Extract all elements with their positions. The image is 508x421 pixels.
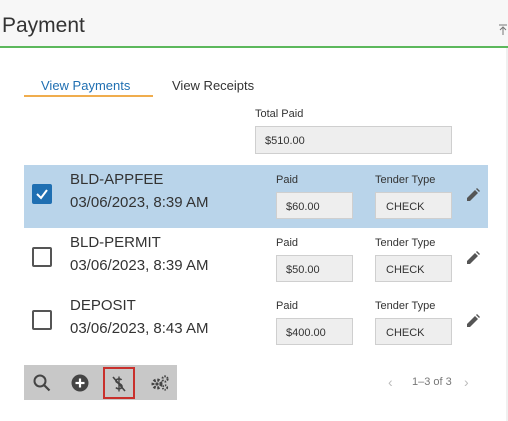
- next-page-button[interactable]: ›: [464, 374, 476, 390]
- paid-field: $400.00: [276, 318, 353, 345]
- add-circle-icon[interactable]: [66, 368, 94, 397]
- paid-label: Paid: [276, 300, 299, 312]
- tender-type-field: CHECK: [375, 192, 452, 219]
- payment-date: 03/06/2023, 8:39 AM: [70, 257, 209, 274]
- tender-type-label: Tender Type: [375, 237, 436, 249]
- tender-type-label: Tender Type: [375, 300, 436, 312]
- checkmark-icon: [36, 189, 48, 200]
- tab-view-payments[interactable]: View Payments: [24, 76, 153, 97]
- row-checkbox[interactable]: [32, 247, 52, 267]
- settings-gears-icon[interactable]: [145, 368, 173, 397]
- total-paid-field: $510.00: [255, 126, 452, 154]
- payment-date: 03/06/2023, 8:39 AM: [70, 194, 209, 211]
- paid-label: Paid: [276, 174, 299, 186]
- payment-code: BLD-PERMIT: [70, 234, 161, 251]
- payment-date: 03/06/2023, 8:43 AM: [70, 320, 209, 337]
- edit-pencil-icon[interactable]: [465, 187, 481, 203]
- edit-pencil-icon[interactable]: [465, 313, 481, 329]
- row-checkbox[interactable]: [32, 184, 52, 204]
- row-checkbox[interactable]: [32, 310, 52, 330]
- tender-type-label: Tender Type: [375, 174, 436, 186]
- pagination-info: 1–3 of 3: [412, 376, 452, 388]
- payment-code: BLD-APPFEE: [70, 171, 164, 188]
- tab-view-receipts[interactable]: View Receipts: [172, 76, 254, 93]
- tender-type-field: CHECK: [375, 318, 452, 345]
- paid-label: Paid: [276, 237, 299, 249]
- payment-row[interactable]: BLD-APPFEE 03/06/2023, 8:39 AM Paid $60.…: [24, 165, 488, 228]
- page-title: Payment: [2, 14, 85, 37]
- no-dollar-icon[interactable]: [103, 367, 135, 399]
- payment-header: Payment: [0, 0, 508, 48]
- edit-pencil-icon[interactable]: [465, 250, 481, 266]
- payment-row[interactable]: DEPOSIT 03/06/2023, 8:43 AM Paid $400.00…: [24, 291, 488, 354]
- payment-row[interactable]: BLD-PERMIT 03/06/2023, 8:39 AM Paid $50.…: [24, 228, 488, 291]
- tender-type-field: CHECK: [375, 255, 452, 282]
- collapse-up-icon[interactable]: [498, 24, 508, 38]
- previous-page-button[interactable]: ‹: [388, 374, 400, 390]
- search-icon[interactable]: [28, 368, 56, 397]
- paid-field: $50.00: [276, 255, 353, 282]
- payment-code: DEPOSIT: [70, 297, 136, 314]
- action-toolbar: [24, 365, 177, 400]
- paid-field: $60.00: [276, 192, 353, 219]
- total-paid-label: Total Paid: [255, 108, 304, 120]
